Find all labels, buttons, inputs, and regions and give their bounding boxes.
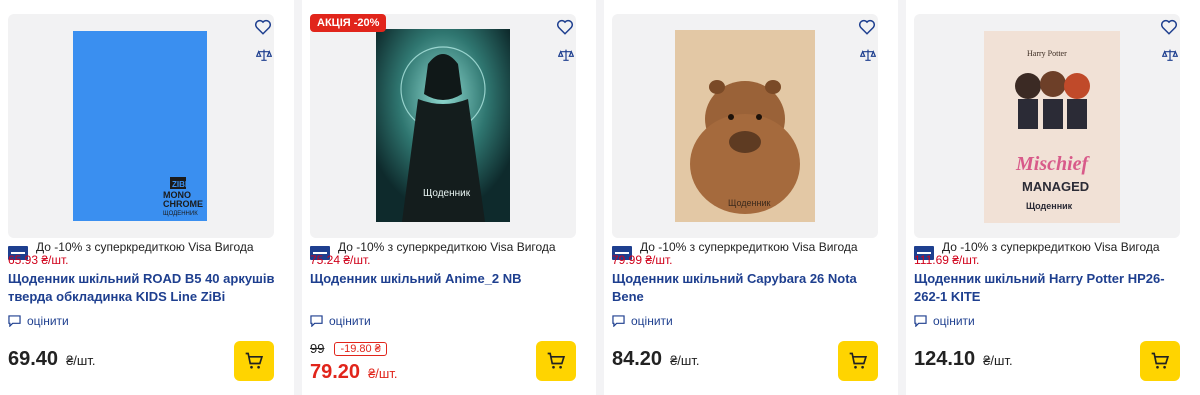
add-to-cart-button[interactable] — [536, 341, 576, 381]
svg-text:Щоденник: Щоденник — [1026, 201, 1073, 211]
visa-offer: До -10% з суперкредиткою Visa Вигода 75.… — [310, 240, 556, 267]
rate-link[interactable]: оцінити — [8, 314, 69, 328]
cart-icon — [547, 352, 566, 369]
old-price-row: 99 -19.80 ₴ — [310, 341, 387, 356]
heart-icon[interactable] — [254, 18, 272, 36]
add-to-cart-button[interactable] — [234, 341, 274, 381]
product-title[interactable]: Щоденник шкільний ROAD B5 40 аркушів тве… — [8, 270, 280, 306]
compare-scales-icon[interactable] — [860, 48, 876, 62]
cart-icon — [245, 352, 264, 369]
price: 69.40 ₴/шт. — [8, 348, 96, 370]
product-image[interactable]: Harry Potter Mischief MANAGED Щоденник — [914, 14, 1180, 238]
svg-text:Щоденник: Щоденник — [423, 188, 471, 199]
svg-text:ZIBI: ZIBI — [172, 180, 187, 189]
cart-icon — [1151, 352, 1170, 369]
product-card[interactable]: ZIBI MONO CHROME ЩОДЕННИК До -10% з супе… — [0, 0, 294, 395]
add-to-cart-button[interactable] — [838, 341, 878, 381]
rate-link[interactable]: оцінити — [612, 314, 673, 328]
product-image[interactable]: Щоденник — [612, 14, 878, 238]
svg-text:Mischief: Mischief — [1015, 153, 1091, 175]
product-title[interactable]: Щоденник шкільний Anime_2 NB — [310, 270, 582, 288]
discount-badge: -19.80 ₴ — [334, 341, 387, 356]
svg-text:CHROME: CHROME — [163, 199, 203, 209]
product-card[interactable]: Щоденник До -10% з суперкредиткою Visa В… — [604, 0, 898, 395]
svg-text:Harry Potter: Harry Potter — [1027, 49, 1067, 58]
product-title[interactable]: Щоденник шкільний Harry Potter HP26- 262… — [914, 270, 1186, 306]
heart-icon[interactable] — [858, 18, 876, 36]
sale-price: 79.20 ₴/шт. — [310, 361, 398, 383]
svg-text:ЩОДЕННИК: ЩОДЕННИК — [163, 211, 198, 217]
heart-icon[interactable] — [1160, 18, 1178, 36]
svg-text:MANAGED: MANAGED — [1022, 179, 1089, 194]
compare-scales-icon[interactable] — [256, 48, 272, 62]
visa-offer: До -10% з суперкредиткою Visa Вигода 79.… — [612, 240, 858, 267]
product-row: ZIBI MONO CHROME ЩОДЕННИК До -10% з супе… — [0, 0, 1200, 395]
harry-potter-notebook-cover: Harry Potter Mischief MANAGED Щоденник — [984, 31, 1120, 223]
capybara-notebook-cover: Щоденник — [675, 30, 815, 222]
cart-icon — [849, 352, 868, 369]
visa-offer: До -10% з суперкредиткою Visa Вигода 65.… — [8, 240, 254, 267]
product-card[interactable]: Щоденник АКЦІЯ -20% До -10% з суперкреди… — [302, 0, 596, 395]
visa-offer: До -10% з суперкредиткою Visa Вигода 111… — [914, 240, 1160, 267]
comment-icon — [914, 315, 927, 327]
price: 124.10 ₴/шт. — [914, 348, 1013, 370]
product-card[interactable]: Harry Potter Mischief MANAGED Щоденник Д… — [906, 0, 1200, 395]
heart-icon[interactable] — [556, 18, 574, 36]
old-price: 99 — [310, 341, 325, 356]
compare-scales-icon[interactable] — [1162, 48, 1178, 62]
compare-scales-icon[interactable] — [558, 48, 574, 62]
zibi-notebook-cover: ZIBI MONO CHROME ЩОДЕННИК — [73, 31, 207, 221]
price: 84.20 ₴/шт. — [612, 348, 700, 370]
product-title[interactable]: Щоденник шкільний Capybara 26 Nota Bene — [612, 270, 884, 306]
rate-link[interactable]: оцінити — [914, 314, 975, 328]
product-image[interactable]: Щоденник — [310, 14, 576, 238]
product-image[interactable]: ZIBI MONO CHROME ЩОДЕННИК — [8, 14, 274, 238]
comment-icon — [310, 315, 323, 327]
comment-icon — [612, 315, 625, 327]
promo-badge: АКЦІЯ -20% — [310, 14, 387, 32]
svg-text:Щоденник: Щоденник — [728, 198, 770, 208]
rate-link[interactable]: оцінити — [310, 314, 371, 328]
anime-notebook-cover: Щоденник — [376, 29, 510, 222]
add-to-cart-button[interactable] — [1140, 341, 1180, 381]
comment-icon — [8, 315, 21, 327]
